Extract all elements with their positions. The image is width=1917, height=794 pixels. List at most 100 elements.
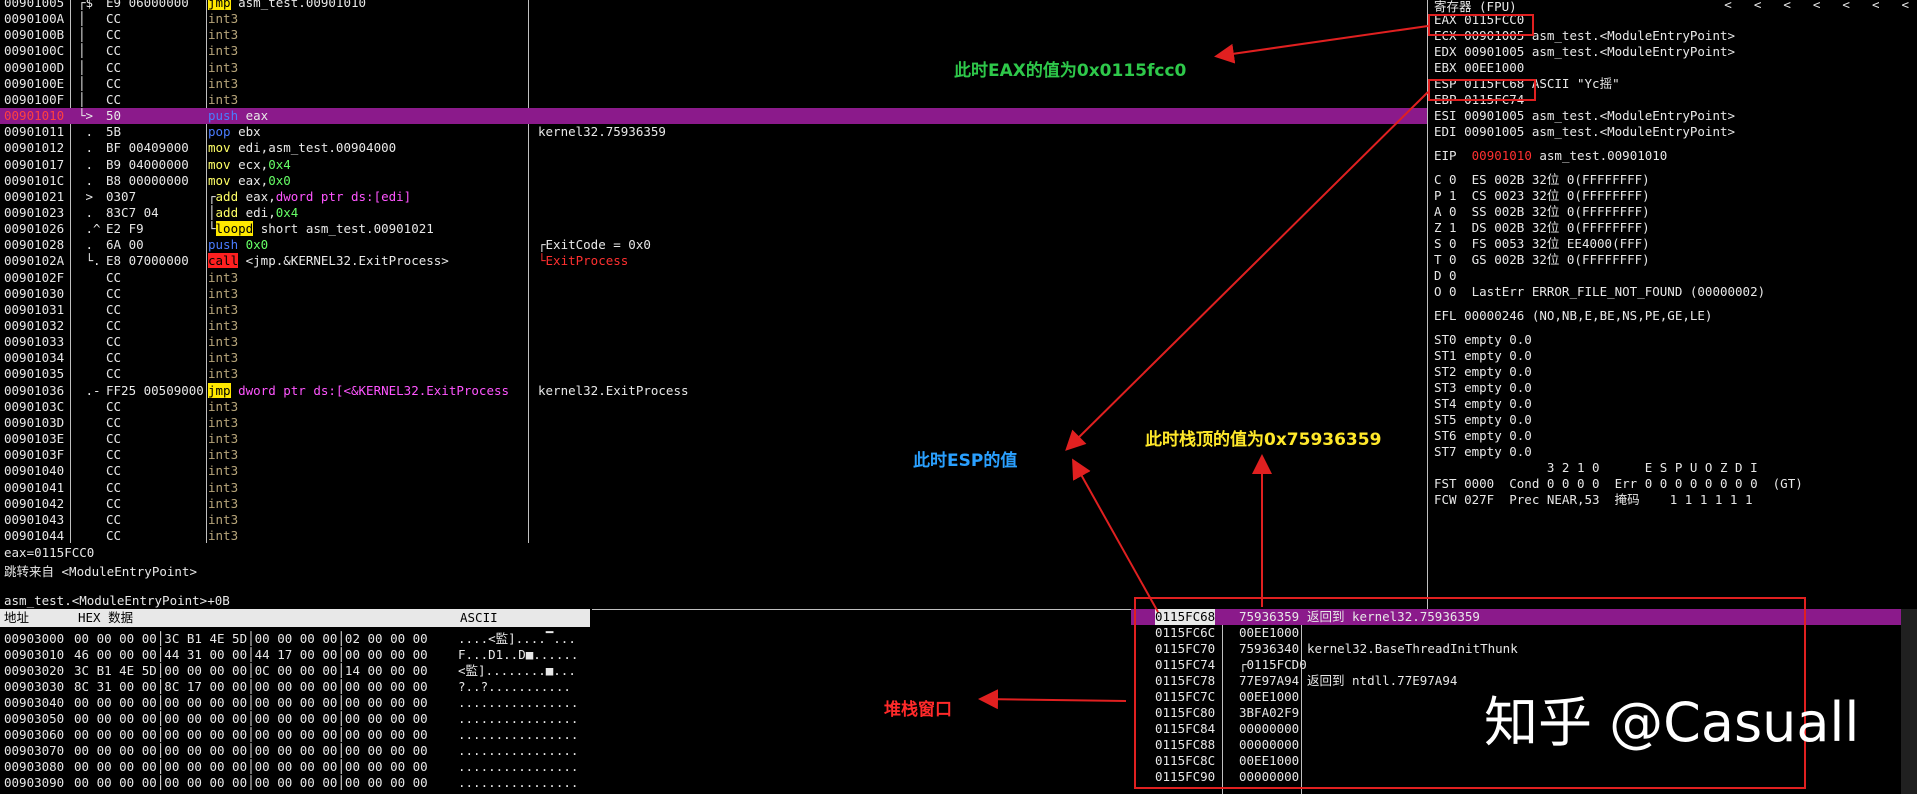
disassembly-row[interactable]: 00901034 CC int3 — [0, 350, 1427, 366]
row-hex: CC — [106, 511, 122, 527]
disassembly-row[interactable]: 00901010 └> 50 push eax — [0, 108, 1427, 125]
disassembly-row[interactable]: 00901030 CC int3 — [0, 286, 1427, 302]
dump-row[interactable]: 00903080 00 00 00 00│00 00 00 00│00 00 00… — [0, 759, 592, 775]
row-address: 00901021 — [4, 188, 65, 204]
toolbar-arrow-button[interactable]: < — [1842, 0, 1850, 12]
dump-row[interactable]: 00903090 00 00 00 00│00 00 00 00│00 00 00… — [0, 775, 592, 791]
disasm-token: int3 — [208, 301, 239, 317]
register-line[interactable]: T 0 GS 002B 32位 0(FFFFFFFF) — [1434, 252, 1650, 268]
disassembly-row[interactable]: 0090101C . B8 00000000 mov eax,0x0 — [0, 173, 1427, 189]
row-marker: │ — [78, 91, 86, 107]
register-line[interactable]: ESI 00901005 asm_test.<ModuleEntryPoint> — [1434, 108, 1735, 124]
disassembly-row[interactable]: 00901040 CC int3 — [0, 463, 1427, 479]
disassembly-row[interactable]: 0090102F CC int3 — [0, 270, 1427, 286]
disasm-token: push — [208, 108, 239, 124]
register-line[interactable]: ST1 empty 0.0 — [1434, 348, 1532, 364]
dump-hex: 8C 31 00 00│8C 17 00 00│00 00 00 00│00 0… — [74, 679, 428, 694]
dump-row[interactable]: 00903000 00 00 00 00│3C B1 4E 5D│00 00 00… — [0, 631, 592, 647]
dump-header-hex[interactable]: HEX 数据 — [74, 609, 456, 627]
disassembly-row[interactable]: 00901021 >0307 ┌add eax,dword ptr ds:[edi… — [0, 189, 1427, 205]
eip-symbol: asm_test.00901010 — [1531, 148, 1668, 163]
toolbar-arrow-button[interactable]: < — [1724, 0, 1732, 12]
toolbar-arrow-button[interactable]: < — [1901, 0, 1909, 12]
register-line[interactable]: ST3 empty 0.0 — [1434, 380, 1532, 396]
disassembly-row[interactable]: 00901023 . 83C7 04 │add edi,0x4 — [0, 205, 1427, 221]
disassembly-row[interactable]: 00901044 CC int3 — [0, 528, 1427, 543]
row-disasm: int3 — [208, 528, 238, 543]
disassembly-row[interactable]: 00901017 . B9 04000000 mov ecx,0x4 — [0, 157, 1427, 173]
disasm-token: int3 — [208, 463, 239, 479]
register-line[interactable]: Z 1 DS 002B 32位 0(FFFFFFFF) — [1434, 220, 1650, 236]
disassembly-row[interactable]: 00901011 . 5B pop ebx kernel32.75936359 — [0, 124, 1427, 140]
dump-header-address[interactable]: 地址 — [0, 609, 76, 627]
toolbar-arrow-button[interactable]: < — [1872, 0, 1880, 12]
disassembly-row[interactable]: 0090100A │ CC int3 — [0, 11, 1427, 27]
disassembly-row[interactable]: 00901043 CC int3 — [0, 512, 1427, 528]
dump-header-ascii[interactable]: ASCII — [456, 609, 590, 627]
disassembly-row[interactable]: 00901031 CC int3 — [0, 302, 1427, 318]
register-line[interactable]: ST6 empty 0.0 — [1434, 428, 1532, 444]
row-marker: > — [78, 188, 94, 204]
disassembly-row[interactable]: 00901042 CC int3 — [0, 496, 1427, 512]
dump-row[interactable]: 00903070 00 00 00 00│00 00 00 00│00 00 00… — [0, 743, 592, 759]
register-line[interactable]: ST5 empty 0.0 — [1434, 412, 1532, 428]
toolbar-arrow-button[interactable]: < — [1813, 0, 1821, 12]
disassembly-row[interactable]: 0090100F │ CC int3 — [0, 92, 1427, 108]
disassembly-row[interactable]: 0090100E │ CC int3 — [0, 76, 1427, 92]
register-line[interactable]: FST 0000 Cond 0 0 0 0 Err 0 0 0 0 0 0 0 … — [1434, 476, 1803, 492]
disassembly-row[interactable]: 0090102A └. E8 07000000 call <jmp.&KERNEL3… — [0, 253, 1427, 269]
dump-row[interactable]: 00903040 00 00 00 00│00 00 00 00│00 00 00… — [0, 695, 592, 711]
row-disasm: int3 — [208, 11, 238, 27]
register-line[interactable]: 3 2 1 0 E S P U O Z D I — [1434, 460, 1758, 476]
register-line[interactable]: EIP 00901010 asm_test.00901010 — [1434, 148, 1667, 164]
toolbar-arrow-button[interactable]: < — [1783, 0, 1791, 12]
register-line[interactable]: EDI 00901005 asm_test.<ModuleEntryPoint> — [1434, 124, 1735, 140]
register-line[interactable]: P 1 CS 0023 32位 0(FFFFFFFF) — [1434, 188, 1650, 204]
disassembly-row[interactable]: 0090100B │ CC int3 — [0, 27, 1427, 43]
disassembly-row[interactable]: 00901005 ┌$ E9 06000000 jmp asm_test.009010… — [0, 0, 1427, 11]
dump-row[interactable]: 00903030 8C 31 00 00│8C 17 00 00│00 00 00… — [0, 679, 592, 695]
disassembly-row[interactable]: 00901012 . BF 00409000 mov edi,asm_test.00… — [0, 140, 1427, 156]
row-marker: │ — [78, 43, 86, 59]
disassembly-row[interactable]: 00901026 .^ E2 F9 └loopd short asm_test.00… — [0, 221, 1427, 237]
disassembly-row[interactable]: 0090100C │ CC int3 — [0, 43, 1427, 59]
dump-ascii: ................ — [458, 775, 579, 790]
disassembly-row[interactable]: 0090103C CC int3 — [0, 399, 1427, 415]
register-line[interactable]: A 0 SS 002B 32位 0(FFFFFFFF) — [1434, 204, 1650, 220]
register-line[interactable]: EDX 00901005 asm_test.<ModuleEntryPoint> — [1434, 44, 1735, 60]
disassembly-row[interactable]: 00901036 .- FF25 00509000 jmp dword ptr ds… — [0, 382, 1427, 399]
disassembly-pane[interactable]: 00901005 ┌$ E9 06000000 jmp asm_test.009010… — [0, 0, 1427, 543]
dump-row[interactable]: 00903060 00 00 00 00│00 00 00 00│00 00 00… — [0, 727, 592, 743]
row-disasm: int3 — [208, 480, 238, 496]
toolbar-arrow-button[interactable]: < — [1754, 0, 1762, 12]
disassembly-row[interactable]: 00901035 CC int3 — [0, 366, 1427, 382]
disassembly-row[interactable]: 00901041 CC int3 — [0, 480, 1427, 496]
register-line[interactable]: ST2 empty 0.0 — [1434, 364, 1532, 380]
memory-dump-pane[interactable]: 地址 HEX 数据 ASCII 00903000 00 00 00 00│3C B… — [0, 609, 592, 794]
register-line[interactable]: EBX 00EE1000 — [1434, 60, 1524, 76]
disasm-token: asm_test.00901010 — [230, 0, 367, 10]
disasm-token: short asm_test.00901021 — [253, 221, 434, 237]
row-marker: . — [78, 204, 94, 220]
register-line[interactable]: C 0 ES 002B 32位 0(FFFFFFFF) — [1434, 172, 1650, 188]
dump-row[interactable]: 00903050 00 00 00 00│00 00 00 00│00 00 00… — [0, 711, 592, 727]
register-line[interactable]: ST0 empty 0.0 — [1434, 332, 1532, 348]
disassembly-row[interactable]: 00901028 . 6A 00 push 0x0 ┌ExitCode = 0x0 — [0, 237, 1427, 253]
register-line[interactable]: FCW 027F Prec NEAR,53 掩码 1 1 1 1 1 1 — [1434, 492, 1753, 508]
disassembly-row[interactable]: 00901032 CC int3 — [0, 318, 1427, 334]
register-line[interactable]: S 0 FS 0053 32位 EE4000(FFF) — [1434, 236, 1650, 252]
register-line[interactable]: ST7 empty 0.0 — [1434, 444, 1532, 460]
disassembly-row[interactable]: 00901033 CC int3 — [0, 334, 1427, 350]
dump-row[interactable]: 00903020 3C B1 4E 5D│00 00 00 00│0C 00 00… — [0, 663, 592, 679]
disassembly-row[interactable]: 0090100D │ CC int3 — [0, 60, 1427, 76]
register-line[interactable]: EFL 00000246 (NO,NB,E,BE,NS,PE,GE,LE) — [1434, 308, 1712, 324]
disasm-token: int3 — [208, 398, 239, 414]
stack-scrollbar[interactable] — [1901, 609, 1917, 794]
row-disasm: int3 — [208, 463, 238, 479]
row-address: 0090102F — [4, 269, 65, 285]
register-line[interactable]: ST4 empty 0.0 — [1434, 396, 1532, 412]
register-line[interactable]: D 0 — [1434, 268, 1457, 284]
dump-row[interactable]: 00903010 46 00 00 00│44 31 00 00│44 17 00… — [0, 647, 592, 663]
register-line[interactable]: O 0 LastErr ERROR_FILE_NOT_FOUND (000000… — [1434, 284, 1765, 300]
dump-hex: 00 00 00 00│3C B1 4E 5D│00 00 00 00│02 0… — [74, 631, 428, 646]
